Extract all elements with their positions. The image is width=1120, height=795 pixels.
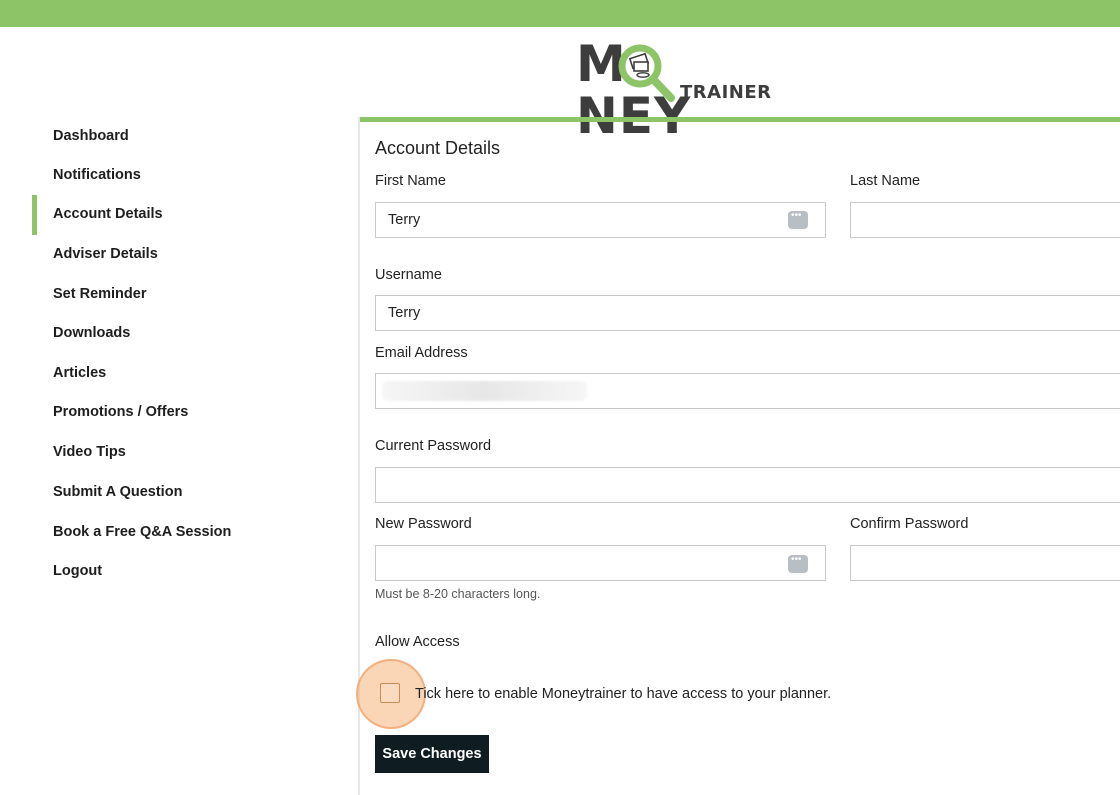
redacted-email <box>382 381 587 401</box>
sidebar-item-set-reminder[interactable]: Set Reminder <box>53 286 146 302</box>
active-indicator <box>32 195 37 235</box>
allow-access-checkbox[interactable] <box>380 683 400 703</box>
password-manager-icon[interactable] <box>788 554 808 573</box>
new-password-label: New Password <box>375 516 472 532</box>
confirm-password-label: Confirm Password <box>850 516 969 532</box>
sidebar-item-dashboard[interactable]: Dashboard <box>53 128 129 144</box>
sidebar-item-book-session[interactable]: Book a Free Q&A Session <box>53 524 231 540</box>
moneytrainer-logo[interactable]: MNEY TRAINER <box>576 38 776 142</box>
top-accent-bar <box>0 0 1120 27</box>
last-name-field[interactable] <box>850 202 1120 238</box>
sidebar-item-downloads[interactable]: Downloads <box>53 325 130 341</box>
sidebar-item-promotions[interactable]: Promotions / Offers <box>53 404 188 420</box>
allow-access-label: Allow Access <box>375 634 460 650</box>
save-changes-button[interactable]: Save Changes <box>375 735 489 773</box>
first-name-field[interactable] <box>375 202 826 238</box>
sidebar-item-submit-question[interactable]: Submit A Question <box>53 484 182 500</box>
sidebar-item-articles[interactable]: Articles <box>53 365 106 381</box>
sidebar-item-video-tips[interactable]: Video Tips <box>53 444 126 460</box>
confirm-password-field[interactable] <box>850 545 1120 581</box>
password-manager-icon[interactable] <box>788 210 808 229</box>
password-hint: Must be 8-20 characters long. <box>375 587 541 601</box>
last-name-label: Last Name <box>850 173 921 189</box>
magnifier-icon <box>618 44 675 102</box>
logo-subtitle: TRAINER <box>680 82 772 103</box>
page-title: Account Details <box>375 138 501 158</box>
current-password-field[interactable] <box>375 467 1120 503</box>
sidebar-item-logout[interactable]: Logout <box>53 563 102 579</box>
current-password-label: Current Password <box>375 438 492 454</box>
username-field[interactable] <box>375 295 1120 331</box>
username-label: Username <box>375 267 442 283</box>
new-password-field[interactable] <box>375 545 826 581</box>
card-accent-line <box>360 117 1120 122</box>
sidebar-item-adviser-details[interactable]: Adviser Details <box>53 246 158 262</box>
email-label: Email Address <box>375 345 468 361</box>
sidebar-item-account-details[interactable]: Account Details <box>53 206 163 222</box>
allow-access-checkbox-label[interactable]: Tick here to enable Moneytrainer to have… <box>415 686 831 702</box>
sidebar-item-notifications[interactable]: Notifications <box>53 167 141 183</box>
first-name-label: First Name <box>375 173 446 189</box>
